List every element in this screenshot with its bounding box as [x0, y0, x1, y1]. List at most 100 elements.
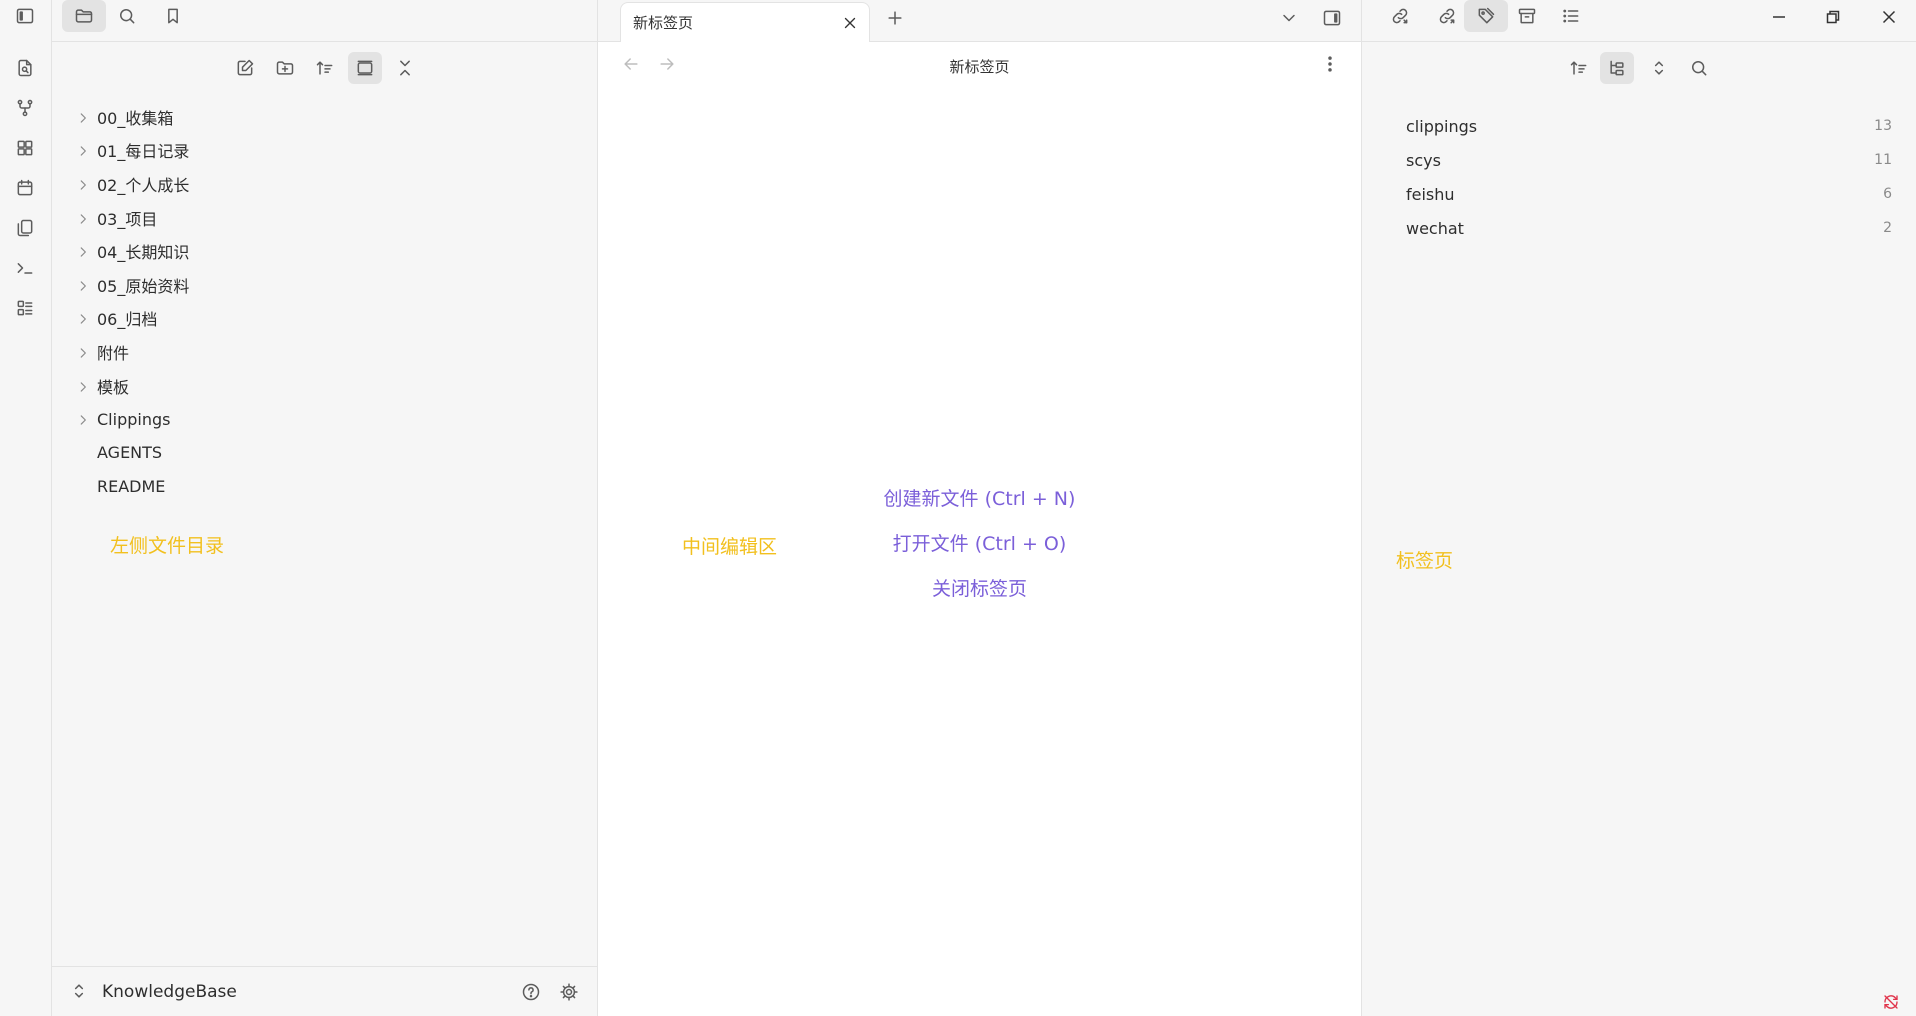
folder-item[interactable]: Clippings	[52, 402, 597, 436]
folder-item[interactable]: 05_原始资料	[52, 268, 597, 302]
help-icon[interactable]	[514, 976, 548, 1008]
bases-icon[interactable]	[8, 292, 42, 324]
tree-item-label: 05_原始资料	[97, 276, 190, 296]
tree-item-label: AGENTS	[97, 443, 163, 463]
tab-list-chevron-icon[interactable]	[1272, 2, 1306, 34]
command-palette-icon[interactable]	[8, 252, 42, 284]
chevron-right-icon	[76, 345, 90, 359]
right-sidebar-tab-strip	[1362, 0, 1916, 42]
right-annotation: 标签页	[1396, 550, 1454, 572]
minimize-icon[interactable]	[1752, 0, 1806, 34]
create-new-file-link[interactable]: 创建新文件 (Ctrl + N)	[598, 482, 1361, 527]
tag-list: clippings 13 scys 11 feishu 6 wechat 2	[1362, 109, 1916, 245]
chevron-right-icon	[76, 211, 90, 225]
view-title: 新标签页	[949, 58, 1010, 76]
tag-count: 13	[1874, 118, 1892, 134]
chevron-right-icon	[76, 244, 90, 258]
tree-item-label: 03_项目	[97, 209, 158, 229]
tag-name: feishu	[1406, 184, 1455, 204]
tree-item-label: Clippings	[97, 409, 171, 429]
folder-item[interactable]: 02_个人成长	[52, 167, 597, 201]
close-window-icon[interactable]	[1862, 0, 1916, 34]
tree-item-label: 02_个人成长	[97, 175, 190, 195]
close-icon[interactable]	[839, 12, 861, 34]
tab-new-tab[interactable]: 新标签页	[620, 2, 870, 42]
tag-name: wechat	[1406, 218, 1464, 238]
tab-title: 新标签页	[633, 14, 694, 32]
chevron-right-icon	[76, 412, 90, 426]
chevron-right-icon	[76, 278, 90, 292]
sort-icon[interactable]	[1562, 52, 1596, 84]
new-folder-icon[interactable]	[268, 52, 302, 84]
sort-icon[interactable]	[308, 52, 342, 84]
folder-item[interactable]: 03_项目	[52, 201, 597, 235]
expand-collapse-icon[interactable]	[1642, 52, 1676, 84]
ribbon	[0, 0, 52, 1016]
tag-name: scys	[1406, 150, 1441, 170]
chevron-right-icon	[76, 110, 90, 124]
vault-switcher-chevron-icon[interactable]	[64, 975, 94, 1007]
folder-item[interactable]: 01_每日记录	[52, 134, 597, 168]
tag-count: 11	[1874, 152, 1892, 168]
new-tab-icon[interactable]	[878, 2, 912, 34]
sidebar-toggle-icon[interactable]	[8, 0, 42, 32]
new-note-icon[interactable]	[228, 52, 262, 84]
center-annotation: 中间编辑区	[682, 536, 778, 558]
outline-icon[interactable]	[1554, 0, 1588, 32]
tree-item-label: 00_收集箱	[97, 108, 174, 128]
search-icon[interactable]	[110, 0, 144, 32]
backlinks-icon[interactable]	[1383, 0, 1417, 32]
vault-name[interactable]: KnowledgeBase	[102, 982, 237, 1002]
canvas-icon[interactable]	[8, 132, 42, 164]
left-annotation: 左侧文件目录	[110, 535, 225, 557]
quick-switch-icon[interactable]	[8, 52, 42, 84]
vault-switcher-bar: KnowledgeBase	[52, 966, 597, 1016]
bookmarks-icon[interactable]	[156, 0, 190, 32]
file-explorer-icon[interactable]	[62, 0, 106, 32]
tag-count: 6	[1883, 186, 1892, 202]
chevron-right-icon	[76, 379, 90, 393]
folder-item[interactable]: 00_收集箱	[52, 100, 597, 134]
more-options-icon[interactable]	[1313, 48, 1347, 80]
graph-view-icon[interactable]	[8, 92, 42, 124]
view-header: 新标签页	[598, 42, 1361, 90]
tag-item[interactable]: clippings 13	[1362, 109, 1916, 143]
sync-error-icon[interactable]	[1878, 990, 1904, 1014]
chevron-right-icon	[76, 143, 90, 157]
tree-item-label: 附件	[97, 343, 130, 363]
left-sidebar-tab-strip	[52, 0, 597, 42]
right-sidebar-toggle-icon[interactable]	[1315, 2, 1349, 34]
tree-item-label: 01_每日记录	[97, 142, 190, 162]
close-tab-link[interactable]: 关闭标签页	[598, 572, 1361, 617]
file-item[interactable]: AGENTS	[52, 436, 597, 470]
auto-reveal-icon[interactable]	[348, 52, 382, 84]
file-item[interactable]: README	[52, 470, 597, 504]
settings-icon[interactable]	[552, 976, 586, 1008]
chevron-right-icon	[76, 311, 90, 325]
right-sidebar: clippings 13 scys 11 feishu 6 wechat 2 标…	[1362, 0, 1916, 1016]
tree-item-label: 04_长期知识	[97, 243, 190, 263]
tab-strip: 新标签页	[598, 0, 1361, 42]
left-sidebar: 00_收集箱 01_每日记录 02_个人成长 03_项目 04_长期知识 05_…	[52, 0, 598, 1016]
templates-icon[interactable]	[8, 212, 42, 244]
search-icon[interactable]	[1682, 52, 1716, 84]
collapse-all-icon[interactable]	[388, 52, 422, 84]
folder-item[interactable]: 06_归档	[52, 302, 597, 336]
tag-item[interactable]: wechat 2	[1362, 211, 1916, 245]
archive-icon[interactable]	[1510, 0, 1544, 32]
tag-item[interactable]: feishu 6	[1362, 177, 1916, 211]
folder-item[interactable]: 04_长期知识	[52, 234, 597, 268]
restore-icon[interactable]	[1806, 0, 1860, 34]
center-editor: 新标签页 新标签页 创建新文件 (Ctrl + N) 打开文件 (Ctrl + …	[598, 0, 1362, 1016]
tree-item-label: 06_归档	[97, 310, 158, 330]
outgoing-links-icon[interactable]	[1430, 0, 1464, 32]
file-tree: 00_收集箱 01_每日记录 02_个人成长 03_项目 04_长期知识 05_…	[52, 100, 597, 503]
tag-name: clippings	[1406, 116, 1478, 136]
daily-notes-icon[interactable]	[8, 172, 42, 204]
folder-item[interactable]: 附件	[52, 335, 597, 369]
chevron-right-icon	[76, 177, 90, 191]
tree-view-icon[interactable]	[1600, 52, 1634, 84]
tags-icon[interactable]	[1464, 0, 1508, 32]
folder-item[interactable]: 模板	[52, 369, 597, 403]
tag-item[interactable]: scys 11	[1362, 143, 1916, 177]
